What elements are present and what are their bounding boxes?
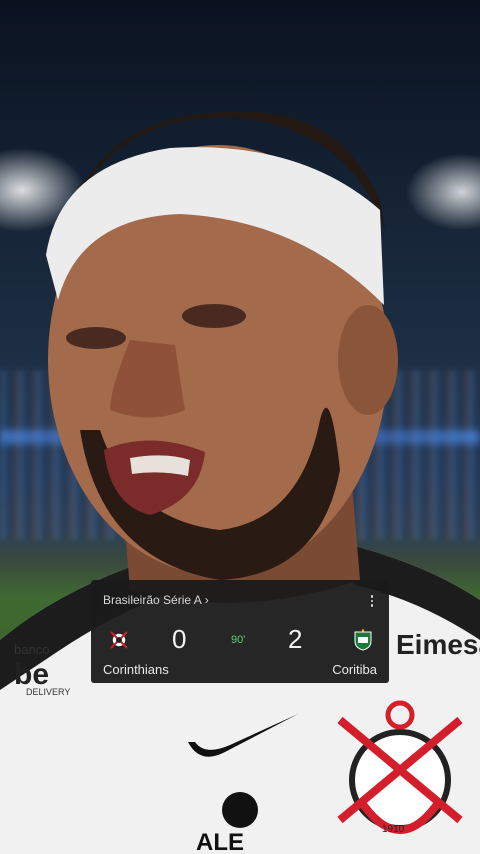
home-score: 0 [172,624,187,654]
league-label: Brasileirão Série A [103,593,202,607]
league-link[interactable]: Brasileirão Série A › [103,593,209,607]
match-score-card[interactable]: Brasileirão Série A › 0 90' 2 Corinthian… [91,580,389,683]
player-photo: ALE banco be DELIVERY Eimesa 1910 [0,111,480,854]
svg-text:DELIVERY: DELIVERY [26,687,70,697]
chevron-right-icon: › [204,593,209,607]
svg-text:Eimesa: Eimesa [396,629,480,660]
svg-text:ALE: ALE [196,829,244,854]
more-options-icon[interactable] [365,594,379,608]
coritiba-crest-icon [354,629,372,651]
home-team-name[interactable]: Corinthians [103,662,169,677]
svg-text:banco: banco [14,642,49,657]
match-minute: 90' [231,634,246,646]
away-score: 2 [288,624,303,654]
svg-text:1910: 1910 [382,824,405,835]
corinthians-crest-icon [110,631,128,649]
away-team-name[interactable]: Coritiba [332,662,377,677]
